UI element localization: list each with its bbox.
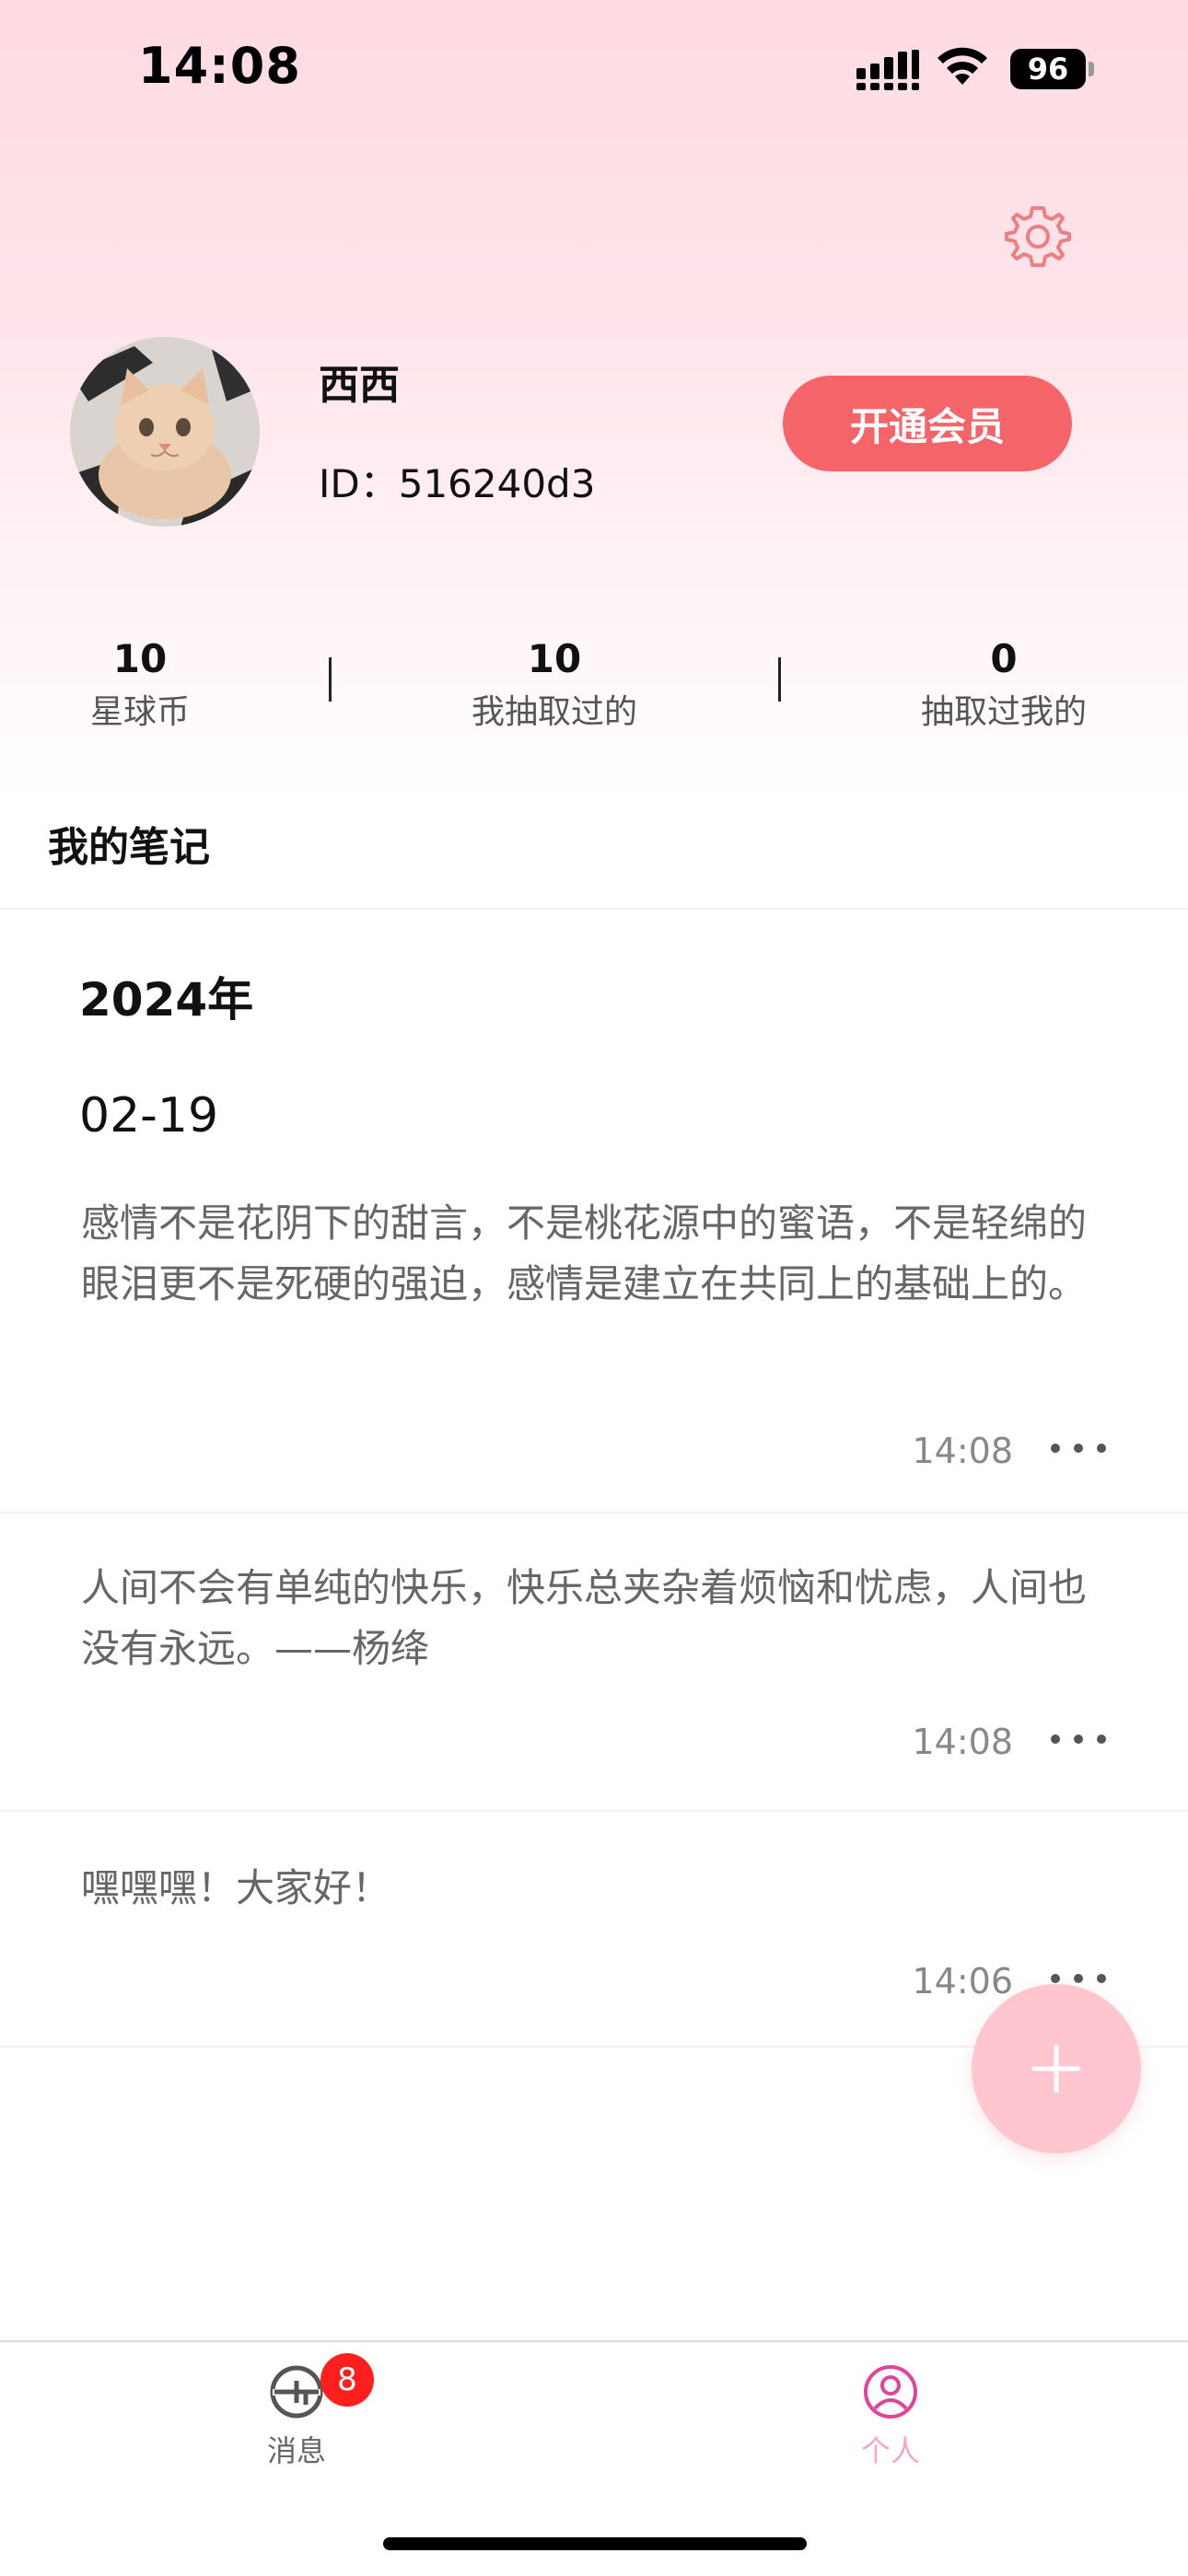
person-icon: [864, 2365, 917, 2419]
home-indicator: [383, 2537, 807, 2550]
username: 西西: [319, 362, 400, 409]
note-text: 嘿嘿嘿！大家好！: [81, 1865, 391, 1910]
more-dots-icon[interactable]: [1048, 1725, 1109, 1753]
status-bar: 14:08 96: [0, 0, 1188, 138]
note-text: 感情不是花阴下的甜言，不是桃花源中的蜜语，不是轻绵的眼泪更不是死硬的强迫，感情是…: [81, 1201, 1088, 1306]
note-time: 14:08: [912, 1431, 1013, 1471]
user-id: ID：516240d3: [319, 461, 596, 506]
tab-profile-label: 个人: [860, 2433, 920, 2468]
stat-drawn-by-me[interactable]: 10 我抽取过的: [435, 633, 674, 735]
message-badge: 8: [320, 2353, 374, 2407]
stat-coins[interactable]: 10 星球币: [20, 633, 260, 735]
stat-drew-me[interactable]: 0 抽取过我的: [884, 633, 1124, 735]
note-divider: [0, 1810, 1188, 1812]
tab-profile[interactable]: 个人: [789, 2362, 992, 2469]
add-note-button[interactable]: [972, 1984, 1141, 2153]
wifi-icon: [938, 47, 987, 85]
note-time: 14:08: [912, 1722, 1013, 1762]
battery-tip: [1089, 62, 1094, 76]
stat-drawn-by-me-value: 10: [527, 636, 582, 681]
stat-drew-me-value: 0: [990, 636, 1018, 681]
note-item[interactable]: 感情不是花阴下的甜言，不是桃花源中的蜜语，不是轻绵的眼泪更不是死硬的强迫，感情是…: [0, 1193, 1188, 1512]
note-divider: [0, 1512, 1188, 1514]
stat-drawn-by-me-label: 我抽取过的: [471, 693, 637, 731]
tab-messages-label: 消息: [266, 2433, 326, 2468]
more-dots-icon[interactable]: [1048, 1434, 1109, 1462]
cat-avatar-image: [70, 337, 260, 527]
signal-icon: [856, 50, 919, 90]
battery-indicator: 96: [1010, 49, 1095, 89]
status-time: 14:08: [138, 37, 301, 95]
notes-year: 2024年: [79, 973, 254, 1027]
stat-coins-label: 星球币: [89, 693, 190, 731]
message-icon: [270, 2365, 323, 2419]
stat-drew-me-label: 抽取过我的: [920, 693, 1087, 731]
stat-divider: [329, 657, 332, 702]
avatar[interactable]: [70, 337, 260, 527]
tab-messages[interactable]: 消息 8: [195, 2353, 398, 2469]
note-text: 人间不会有单纯的快乐，快乐总夹杂着烦恼和忧虑，人间也没有永远。——杨绛: [81, 1565, 1088, 1671]
stat-divider: [778, 657, 781, 702]
battery-level: 96: [1010, 49, 1086, 89]
open-membership-button[interactable]: 开通会员: [783, 376, 1072, 471]
section-divider: [0, 908, 1188, 910]
gear-icon[interactable]: [1002, 201, 1074, 273]
note-item[interactable]: 人间不会有单纯的快乐，快乐总夹杂着烦恼和忧虑，人间也没有永远。——杨绛 14:0…: [0, 1558, 1188, 1810]
stat-coins-value: 10: [112, 636, 168, 681]
plus-icon: [1031, 2044, 1081, 2094]
notes-section-title: 我的笔记: [48, 824, 210, 871]
notes-date: 02-19: [79, 1088, 219, 1143]
